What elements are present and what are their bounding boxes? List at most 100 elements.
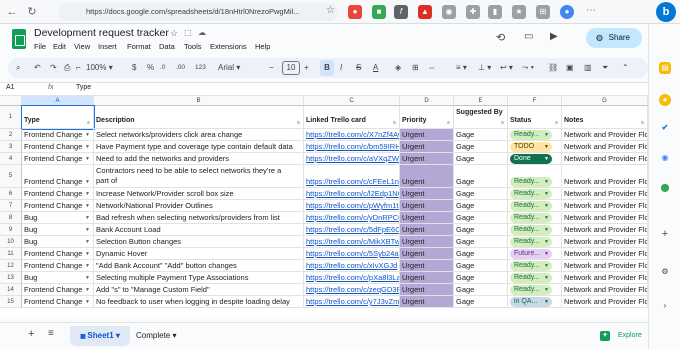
cell-suggested-by[interactable]: Gage (454, 129, 508, 141)
zoom-select[interactable]: 100% ▾ (86, 60, 113, 76)
row-header[interactable]: 8 (0, 212, 22, 224)
row-header[interactable]: 14 (0, 284, 22, 296)
row-header[interactable]: 4 (0, 153, 22, 165)
font-select[interactable]: Arial ▾ (218, 60, 240, 76)
cell-type[interactable]: Frontend Change ▼ (22, 153, 94, 165)
fill-color-icon[interactable]: ◈ (395, 60, 401, 76)
hide-panel-icon[interactable]: › (659, 300, 671, 312)
cell-status[interactable]: TODO ▼ (508, 141, 562, 153)
column-header-a[interactable]: A (22, 96, 94, 106)
history-icon[interactable]: ⟲ (496, 31, 505, 44)
chevron-down-icon[interactable]: ▼ (85, 215, 90, 221)
print-icon[interactable]: ⎙ (64, 60, 70, 76)
cell-notes[interactable]: Network and Provider Flo (562, 236, 648, 248)
panel-settings-icon[interactable]: ⚙ (659, 266, 671, 278)
cell-trello-link[interactable]: https://trello.com/c/aVXqZW3 (304, 153, 400, 165)
filter-icon[interactable]: ≡ (393, 119, 396, 128)
cell-priority[interactable]: Urgent (400, 200, 454, 212)
comment-icon[interactable]: ▭ (524, 31, 533, 42)
trello-link[interactable]: https://trello.com/c/X7nZf4Aw (306, 130, 399, 139)
cell-suggested-by[interactable]: Gage (454, 200, 508, 212)
trello-link[interactable]: https://trello.com/c/cFEeL1n (306, 177, 399, 186)
cell-trello-link[interactable]: https://trello.com/c/yDnRPCC (304, 212, 400, 224)
chevron-down-icon[interactable]: ▼ (85, 227, 90, 233)
currency-button[interactable]: $ (132, 60, 136, 76)
cell-description[interactable]: Bad refresh when selecting networks/prov… (94, 212, 304, 224)
row-header[interactable]: 10 (0, 236, 22, 248)
cell-trello-link[interactable]: https://trello.com/c/l2Edp1NG (304, 188, 400, 200)
select-all-corner[interactable] (0, 96, 22, 106)
cell-notes[interactable]: Network and Provider Flo (562, 165, 648, 188)
chevron-down-icon[interactable]: ▼ (85, 156, 90, 162)
trello-link[interactable]: https://trello.com/c/pXa8l3La (306, 273, 399, 282)
rotate-icon[interactable]: ⤳ ▾ (522, 60, 534, 76)
header-cell-status[interactable]: Status ≡ (508, 106, 562, 129)
cell-notes[interactable]: Network and Provider Flo (562, 284, 648, 296)
address-bar[interactable]: https://docs.google.com/spreadsheets/d/1… (58, 3, 338, 21)
italic-button[interactable]: I (340, 60, 342, 76)
status-chip[interactable]: Ready... ▼ (510, 213, 552, 223)
cell-status[interactable]: Ready... ▼ (508, 200, 562, 212)
add-sheet-button[interactable]: + (28, 328, 34, 340)
cell-description[interactable]: Increase Network/Provider scroll box siz… (94, 188, 304, 200)
row-header[interactable]: 7 (0, 200, 22, 212)
cell-description[interactable]: Bank Account Load (94, 224, 304, 236)
menu-view[interactable]: View (74, 42, 90, 51)
cell-type[interactable]: Frontend Change ▼ (22, 188, 94, 200)
formula-input[interactable]: Type (76, 84, 91, 91)
merge-cells-icon[interactable]: ⇔ (428, 60, 436, 76)
cell-description[interactable]: Have Payment type and coverage type cont… (94, 141, 304, 153)
cell-suggested-by[interactable]: Gage (454, 165, 508, 188)
menu-help[interactable]: Help (255, 42, 270, 51)
cell-priority[interactable]: Urgent (400, 224, 454, 236)
cell-type[interactable]: Frontend Change ▼ (22, 248, 94, 260)
cell-notes[interactable]: Network and Provider Flo (562, 248, 648, 260)
cell-status[interactable]: Ready... ▼ (508, 212, 562, 224)
header-cell-priority[interactable]: Priority ≡ (400, 106, 454, 129)
cell-type[interactable]: Frontend Change ▼ (22, 165, 94, 188)
borders-icon[interactable]: ⊞ (412, 60, 419, 76)
chevron-down-icon[interactable]: ▼ (85, 179, 90, 185)
cell-description[interactable]: Network/National Provider Outlines (94, 200, 304, 212)
status-chip[interactable]: TODO ▼ (510, 142, 552, 152)
chevron-down-icon[interactable]: ▼ (85, 251, 90, 257)
cell-trello-link[interactable]: https://trello.com/c/y7J3vZmo (304, 296, 400, 308)
row-header[interactable]: 11 (0, 248, 22, 260)
cell-priority[interactable]: Urgent (400, 284, 454, 296)
cell-status[interactable]: Ready... ▼ (508, 284, 562, 296)
menu-file[interactable]: File (34, 42, 46, 51)
cell-suggested-by[interactable]: Gage (454, 212, 508, 224)
cell-notes[interactable]: Network and Provider Flo (562, 212, 648, 224)
cell-suggested-by[interactable]: Gage (454, 236, 508, 248)
spreadsheet-grid[interactable]: A B C D E F G 1 Type ≡ Description ≡ Linked T… (0, 96, 648, 317)
chevron-down-icon[interactable]: ▼ (85, 191, 90, 197)
status-chip[interactable]: Ready... ▼ (510, 261, 552, 271)
filter-icon[interactable]: ≡ (447, 119, 450, 128)
all-sheets-button[interactable]: ≡ (48, 328, 54, 339)
cell-trello-link[interactable]: https://trello.com/c/5dFpE6Oq (304, 224, 400, 236)
chevron-down-icon[interactable]: ▼ (85, 287, 90, 293)
favorites-icon[interactable]: ★ (512, 5, 526, 19)
row-header[interactable]: 9 (0, 224, 22, 236)
menu-edit[interactable]: Edit (53, 42, 66, 51)
cell-trello-link[interactable]: https://trello.com/c/pWyfm1tK (304, 200, 400, 212)
percent-button[interactable]: % (147, 60, 154, 76)
cell-type[interactable]: Frontend Change ▼ (22, 141, 94, 153)
column-header-g[interactable]: G (562, 96, 648, 106)
cell-suggested-by[interactable]: Gage (454, 153, 508, 165)
row-header[interactable]: 13 (0, 272, 22, 284)
header-cell-description[interactable]: Description ≡ (94, 106, 304, 129)
link-icon[interactable]: ⛓ (548, 60, 558, 76)
contacts-icon[interactable]: ◉ (659, 152, 671, 164)
cell-trello-link[interactable]: https://trello.com/c/zeqGD3Pj (304, 284, 400, 296)
meet-icon[interactable]: ▶ (550, 31, 558, 42)
trello-link[interactable]: https://trello.com/c/xIvXGJd (306, 261, 397, 270)
cell-priority[interactable]: Urgent (400, 260, 454, 272)
reload-button[interactable]: ↻ (24, 4, 40, 20)
explore-icon[interactable]: ✦ (600, 331, 610, 341)
explore-button[interactable]: Explore (618, 332, 642, 339)
cell-status[interactable]: Ready... ▼ (508, 236, 562, 248)
chevron-down-icon[interactable]: ▼ (85, 275, 90, 281)
tasks-icon[interactable]: ✔ (659, 122, 671, 134)
filter-icon[interactable]: ≡ (297, 119, 300, 128)
